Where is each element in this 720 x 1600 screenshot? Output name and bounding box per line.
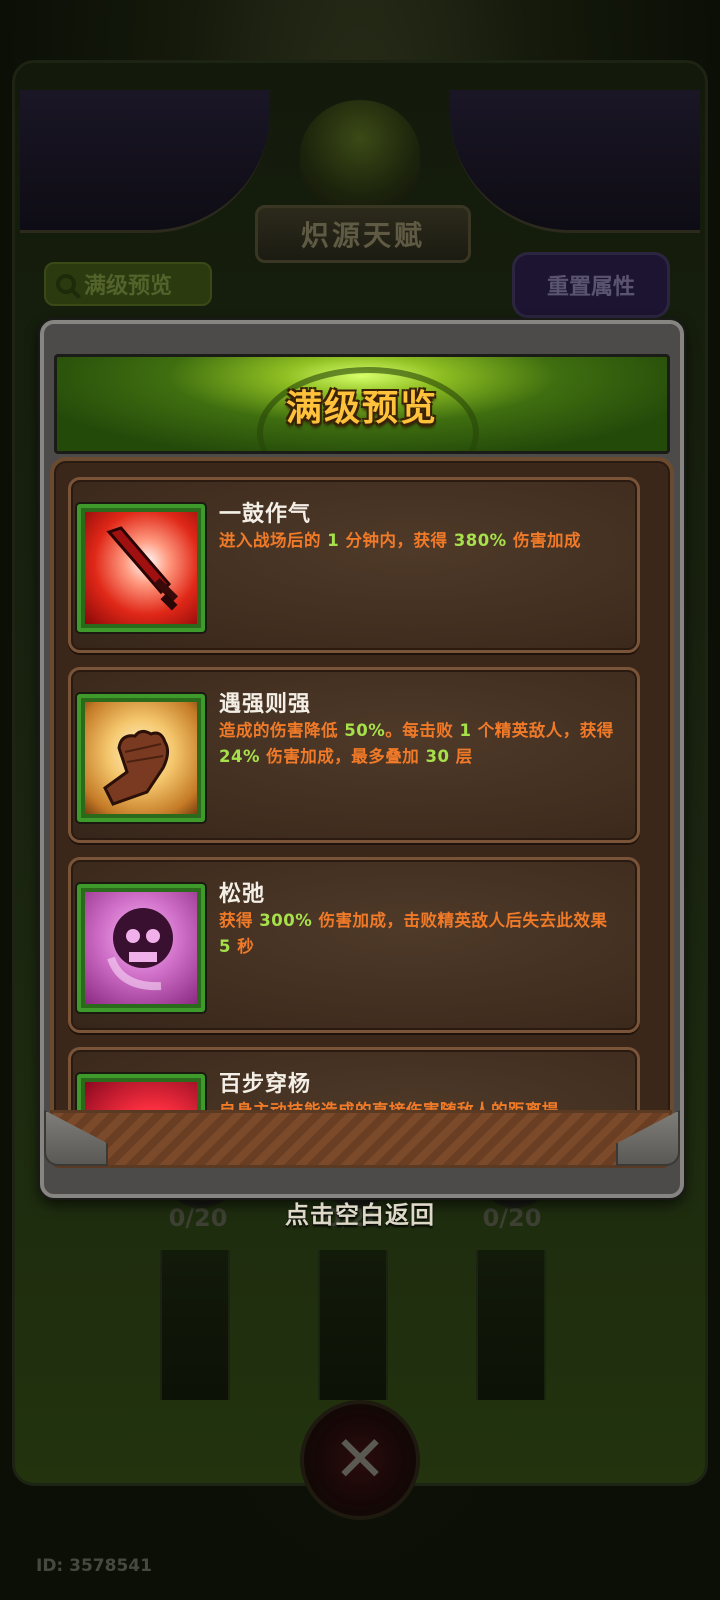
description-text: 分钟内，获得 — [339, 531, 454, 550]
skill-card: 一鼓作气 进入战场后的 1 分钟内，获得 380% 伤害加成 — [68, 477, 640, 653]
skill-list[interactable]: 一鼓作气 进入战场后的 1 分钟内，获得 380% 伤害加成 遇强则强 造成的伤… — [68, 477, 642, 1121]
skill-description: 获得 300% 伤害加成，击败精英敌人后失去此效果 5 秒 — [219, 908, 623, 960]
skill-list-panel[interactable]: 一鼓作气 进入战场后的 1 分钟内，获得 380% 伤害加成 遇强则强 造成的伤… — [50, 457, 674, 1125]
highlight-value: 5 — [219, 937, 231, 956]
highlight-value: 1 — [459, 721, 472, 740]
reset-attributes-button[interactable]: 重置属性 — [512, 252, 670, 318]
description-text: 伤害加成 — [506, 531, 581, 550]
description-text: 伤害加成，最多叠加 — [260, 747, 426, 766]
skill-name: 遇强则强 — [219, 692, 312, 717]
description-text: 进入战场后的 — [219, 531, 328, 550]
description-text: 。每击败 — [385, 721, 460, 740]
max-level-preview-modal: 满级预览 一鼓作气 进入战场后的 1 分钟内，获得 380% 伤害加成 遇强则强… — [40, 320, 684, 1198]
talent-title-plate: 炽源天赋 — [255, 205, 471, 263]
highlight-value: 300% — [259, 911, 313, 930]
skull-icon — [85, 892, 197, 1004]
highlight-value: 24% — [219, 747, 260, 766]
tap-blank-to-return-hint: 点击空白返回 — [285, 1201, 435, 1229]
max-level-preview-button[interactable]: 满级预览 — [44, 262, 212, 306]
description-text: 个精英敌人，获得 — [471, 721, 614, 740]
skill-icon-frame — [77, 694, 205, 822]
reset-button-label: 重置属性 — [546, 275, 635, 300]
highlight-value: 50% — [344, 721, 386, 740]
pillar — [476, 1250, 546, 1400]
skill-icon-frame — [77, 504, 205, 632]
skill-description: 造成的伤害降低 50%。每击败 1 个精英敌人，获得 24% 伤害加成，最多叠加… — [219, 718, 623, 770]
skill-name: 百步穿杨 — [219, 1072, 312, 1097]
crest-emblem — [300, 100, 420, 210]
skill-card: 松弛 获得 300% 伤害加成，击败精英敌人后失去此效果 5 秒 — [68, 857, 640, 1033]
highlight-value: 1 — [327, 531, 340, 550]
description-text: 伤害加成，击败精英敌人后失去此效果 — [312, 911, 608, 930]
sword-icon — [85, 512, 197, 624]
modal-header: 满级预览 — [54, 354, 670, 454]
highlight-value: 30 — [425, 747, 450, 766]
skill-icon-frame — [77, 884, 205, 1012]
skill-card: 遇强则强 造成的伤害降低 50%。每击败 1 个精英敌人，获得 24% 伤害加成… — [68, 667, 640, 843]
magnifier-icon — [56, 274, 76, 294]
fist-icon — [85, 702, 197, 814]
preview-button-label: 满级预览 — [84, 274, 173, 299]
highlight-value: 380% — [453, 531, 507, 550]
modal-footer-trim — [50, 1110, 672, 1168]
description-text: 造成的伤害降低 — [219, 721, 345, 740]
skill-name: 松弛 — [219, 882, 266, 907]
pillar — [160, 1250, 230, 1400]
modal-title: 满级预览 — [285, 388, 438, 429]
skill-description: 进入战场后的 1 分钟内，获得 380% 伤害加成 — [219, 528, 623, 554]
close-icon: ✕ — [333, 1423, 387, 1497]
close-button[interactable]: ✕ — [300, 1400, 420, 1520]
talent-title: 炽源天赋 — [300, 219, 425, 252]
description-text: 获得 — [219, 911, 260, 930]
description-text: 层 — [449, 747, 473, 766]
pillar — [318, 1250, 388, 1400]
skill-name: 一鼓作气 — [219, 502, 312, 527]
user-id: ID: 3578541 — [36, 1556, 152, 1576]
description-text: 秒 — [230, 937, 255, 956]
